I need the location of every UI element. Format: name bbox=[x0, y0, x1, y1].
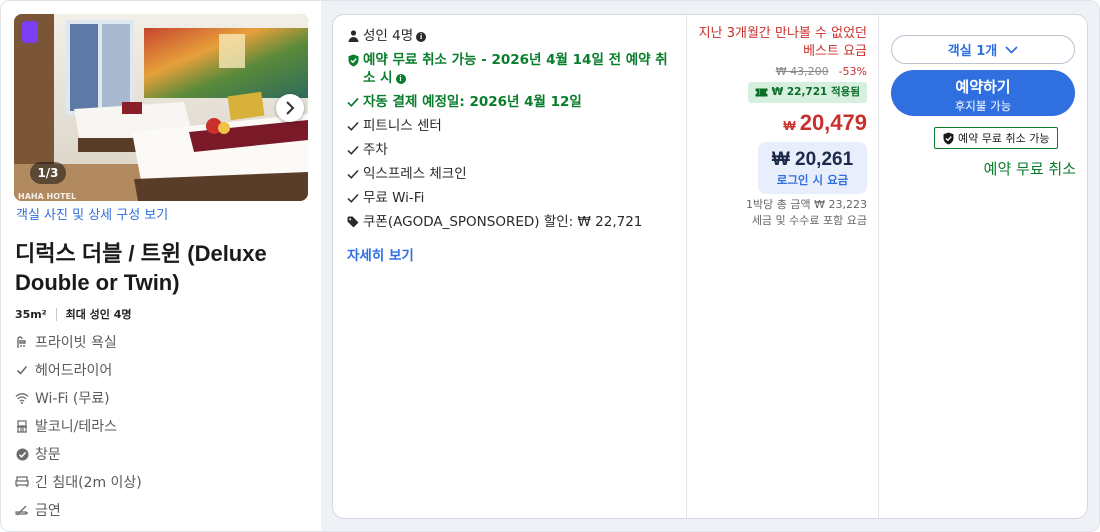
info-icon[interactable]: i bbox=[416, 32, 427, 42]
benefits-list: 성인 4명 i 예약 무료 취소 가능 - 2026년 4월 14일 전 예약 취… bbox=[347, 27, 677, 237]
amenity-label: 금연 bbox=[35, 503, 61, 519]
free-cancel-label: 예약 무료 취소 가능 - 2026년 4월 14일 전 예약 취소 시 bbox=[363, 52, 668, 86]
auto-pay-benefit: 자동 결제 예정일: 2026년 4월 12일 bbox=[347, 93, 677, 111]
guest-count-label: 성인 4명 bbox=[363, 28, 414, 44]
check-icon bbox=[347, 95, 359, 109]
amenity-item: Wi-Fi (무료) bbox=[15, 384, 142, 412]
room-offer-panel: HAHA HOTEL 1/3 객실 사진 및 상세 구성 보기 디럭스 더블 /… bbox=[0, 0, 1100, 532]
photo-watermark: HAHA HOTEL bbox=[18, 192, 77, 201]
coupon-benefit: 쿠폰(AGODA_SPONSORED) 할인: ₩ 22,721 bbox=[347, 213, 677, 231]
price-total-note: 1박당 총 금액 ₩ 23,223 세금 및 수수료 포함 요금 bbox=[687, 197, 867, 229]
wifi-icon bbox=[15, 391, 29, 405]
room-title: 디럭스 더블 / 트윈 (Deluxe Double or Twin) bbox=[15, 241, 267, 295]
coupon-applied-label: ₩ 22,721 적용됨 bbox=[771, 86, 860, 98]
guest-count: 성인 4명 i bbox=[347, 27, 677, 45]
check-icon bbox=[347, 167, 359, 181]
auto-pay-label: 자동 결제 예정일: 2026년 4월 12일 bbox=[363, 94, 582, 110]
free-cancel-badge-label: 예약 무료 취소 가능 bbox=[958, 132, 1050, 145]
no-smoking-icon bbox=[15, 503, 29, 517]
chevron-right-icon bbox=[286, 101, 295, 115]
hotel-brand-badge bbox=[22, 21, 38, 43]
coupon-label: 쿠폰(AGODA_SPONSORED) 할인: ₩ 22,721 bbox=[363, 214, 643, 230]
room-info-column: HAHA HOTEL 1/3 객실 사진 및 상세 구성 보기 디럭스 더블 /… bbox=[1, 1, 321, 531]
pay-later-label: 후지불 가능 bbox=[954, 99, 1012, 113]
book-now-label: 예약하기 bbox=[955, 78, 1011, 96]
check-icon bbox=[15, 363, 29, 377]
more-details-link[interactable]: 자세히 보기 bbox=[347, 244, 414, 264]
total-per-night: 1박당 총 금액 ₩ 23,223 bbox=[746, 198, 867, 211]
login-price-box[interactable]: ₩ 20,261 로그인 시 요금 bbox=[758, 142, 867, 194]
pricing-column: 지난 3개월간 만나볼 수 없었던 베스트 요금 ₩ 43,200 -53% ₩ … bbox=[687, 15, 879, 518]
currency-symbol: ₩ bbox=[783, 118, 796, 133]
login-price: ₩ 20,261 bbox=[771, 149, 854, 170]
check-icon bbox=[347, 191, 359, 205]
room-photos-link[interactable]: 객실 사진 및 상세 구성 보기 bbox=[16, 204, 168, 223]
original-price: ₩ 43,200 bbox=[775, 65, 829, 78]
amenity-item: 프라이빗 욕실 bbox=[15, 328, 142, 356]
chevron-down-icon bbox=[1005, 45, 1018, 54]
free-cancel-benefit: 예약 무료 취소 가능 - 2026년 4월 14일 전 예약 취소 시i bbox=[347, 51, 677, 87]
price-value: 20,479 bbox=[799, 110, 867, 135]
best-price-note: 지난 3개월간 만나볼 수 없었던 베스트 요금 bbox=[698, 26, 867, 59]
amenity-label: 헤어드라이어 bbox=[35, 363, 113, 379]
benefit-label: 피트니스 센터 bbox=[363, 118, 442, 134]
ticket-icon bbox=[755, 88, 768, 97]
amenity-item: 금연 bbox=[15, 496, 142, 524]
tax-included-note: 세금 및 수수료 포함 요금 bbox=[751, 214, 867, 227]
benefit-item: 주차 bbox=[347, 141, 677, 159]
free-cancel-badge: 예약 무료 취소 가능 bbox=[934, 127, 1059, 149]
balcony-icon bbox=[15, 419, 29, 433]
benefit-label: 무료 Wi-Fi bbox=[363, 190, 425, 206]
next-photo-button[interactable] bbox=[276, 94, 304, 122]
bed-icon bbox=[15, 475, 29, 489]
amenity-item: 창문 bbox=[15, 440, 142, 468]
check-icon bbox=[347, 143, 359, 157]
tag-icon bbox=[347, 215, 359, 229]
booking-column: 객실 1개 예약하기 후지불 가능 예약 무료 취소 가능 예약 무료 취소 bbox=[880, 15, 1088, 518]
amenity-label: Wi-Fi (무료) bbox=[35, 391, 110, 407]
amenity-item: 발코니/테라스 bbox=[15, 412, 142, 440]
original-price-row: ₩ 43,200 -53% bbox=[776, 65, 867, 78]
shower-icon bbox=[15, 335, 29, 349]
shield-check-icon bbox=[347, 53, 359, 67]
amenity-list: 프라이빗 욕실 헤어드라이어 Wi-Fi (무료) 발코니/테라스 창문 긴 침… bbox=[15, 328, 142, 524]
amenity-item: 긴 침대(2m 이상) bbox=[15, 468, 142, 496]
login-price-label: 로그인 시 요금 bbox=[776, 173, 849, 187]
shield-check-icon bbox=[943, 132, 954, 145]
benefit-item: 익스프레스 체크인 bbox=[347, 165, 677, 183]
amenity-item: 헤어드라이어 bbox=[15, 356, 142, 384]
amenity-label: 긴 침대(2m 이상) bbox=[35, 475, 142, 491]
room-count-value: 객실 1개 bbox=[947, 44, 998, 59]
room-count-select[interactable]: 객실 1개 bbox=[891, 35, 1075, 64]
discount-percent: -53% bbox=[838, 65, 867, 78]
photo-counter: 1/3 bbox=[30, 162, 66, 184]
room-occupancy: 최대 성인 4명 bbox=[65, 308, 132, 321]
current-price: ₩20,479 bbox=[783, 110, 867, 136]
benefit-item: 무료 Wi-Fi bbox=[347, 189, 677, 207]
room-photo[interactable]: HAHA HOTEL 1/3 bbox=[14, 14, 308, 201]
info-icon[interactable]: i bbox=[395, 74, 406, 84]
amenity-label: 발코니/테라스 bbox=[35, 419, 117, 435]
book-now-button[interactable]: 예약하기 후지불 가능 bbox=[891, 70, 1075, 116]
coupon-applied-badge: ₩ 22,721 적용됨 bbox=[747, 82, 867, 103]
amenity-label: 창문 bbox=[35, 447, 61, 463]
room-meta: 35m² 최대 성인 4명 bbox=[15, 306, 132, 322]
person-icon bbox=[347, 29, 359, 43]
benefit-item: 피트니스 센터 bbox=[347, 117, 677, 135]
window-check-icon bbox=[15, 447, 29, 461]
check-icon bbox=[347, 119, 359, 133]
amenity-label: 프라이빗 욕실 bbox=[35, 335, 117, 351]
divider bbox=[55, 307, 57, 321]
free-cancel-text: 예약 무료 취소 bbox=[983, 160, 1076, 178]
offer-card: 성인 4명 i 예약 무료 취소 가능 - 2026년 4월 14일 전 예약 취… bbox=[332, 14, 1088, 519]
benefit-label: 주차 bbox=[363, 142, 388, 158]
room-size: 35m² bbox=[15, 307, 47, 321]
benefit-label: 익스프레스 체크인 bbox=[363, 166, 467, 182]
